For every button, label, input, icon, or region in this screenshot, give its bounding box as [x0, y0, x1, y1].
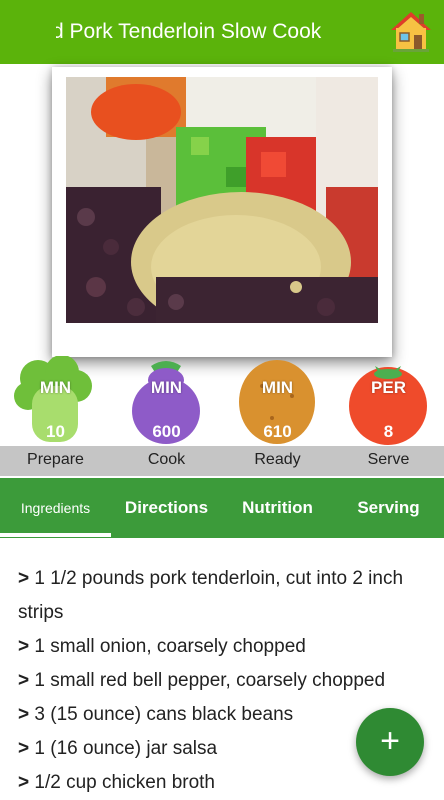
ingredient-text: 1 small red bell pepper, coarsely choppe…	[34, 670, 386, 691]
add-button[interactable]: +	[356, 708, 424, 776]
stat-value: 8	[383, 422, 394, 441]
bullet-marker: >	[18, 738, 30, 759]
stat-value: 10	[46, 422, 65, 441]
stat-unit: MIN	[39, 378, 72, 397]
bullet-marker: >	[18, 704, 30, 725]
stat-label-serve: Serve	[367, 451, 410, 468]
tab-directions[interactable]: Directions	[111, 478, 222, 538]
ingredient-text: 1/2 cup chicken broth	[34, 772, 216, 793]
stat-label-ready: Ready	[254, 451, 301, 468]
app-bar: d Pork Tenderloin Slow Cook	[0, 0, 444, 64]
tab-nutrition[interactable]: Nutrition	[222, 478, 333, 538]
bullet-marker: >	[18, 636, 30, 657]
stat-unit: MIN	[261, 378, 294, 397]
list-item: > 1 1/2 pounds pork tenderloin, cut into…	[18, 562, 428, 630]
tab-serving[interactable]: Serving	[333, 478, 444, 538]
tab-ingredients[interactable]: Ingredients	[0, 478, 111, 538]
title-clip: d Pork Tenderloin Slow Cook	[56, 0, 338, 64]
stat-value: 610	[263, 422, 292, 441]
stat-label-prepare: Prepare	[27, 451, 84, 468]
stat-value: 600	[152, 422, 181, 441]
active-tab-indicator	[0, 533, 111, 537]
recipe-photo-frame	[52, 67, 392, 357]
stat-unit: PER	[371, 378, 406, 397]
bullet-marker: >	[18, 568, 30, 589]
add-icon: +	[380, 722, 400, 760]
ingredient-text: 1 (16 ounce) jar salsa	[34, 738, 218, 759]
recipe-title: d Pork Tenderloin Slow Cook	[56, 20, 322, 43]
list-item: > 1 small red bell pepper, coarsely chop…	[18, 664, 428, 698]
ingredient-text: 3 (15 ounce) cans black beans	[34, 704, 294, 725]
list-item: > 1/2 cup chicken broth	[18, 766, 428, 800]
home-button[interactable]	[388, 8, 434, 54]
bullet-marker: >	[18, 670, 30, 691]
list-item: > 1 small onion, coarsely chopped	[18, 630, 428, 664]
bullet-marker: >	[18, 772, 30, 793]
ingredient-text: 1 small onion, coarsely chopped	[34, 636, 306, 657]
stat-label-cook: Cook	[147, 451, 186, 468]
home-icon	[391, 12, 431, 52]
ingredient-text: 1 1/2 pounds pork tenderloin, cut into 2…	[18, 568, 404, 623]
stat-labels: Prepare Cook Ready Serve	[0, 446, 444, 476]
recipe-photo	[66, 77, 378, 323]
tab-bar: Ingredients Directions Nutrition Serving	[0, 478, 444, 538]
stat-unit: MIN	[150, 378, 183, 397]
